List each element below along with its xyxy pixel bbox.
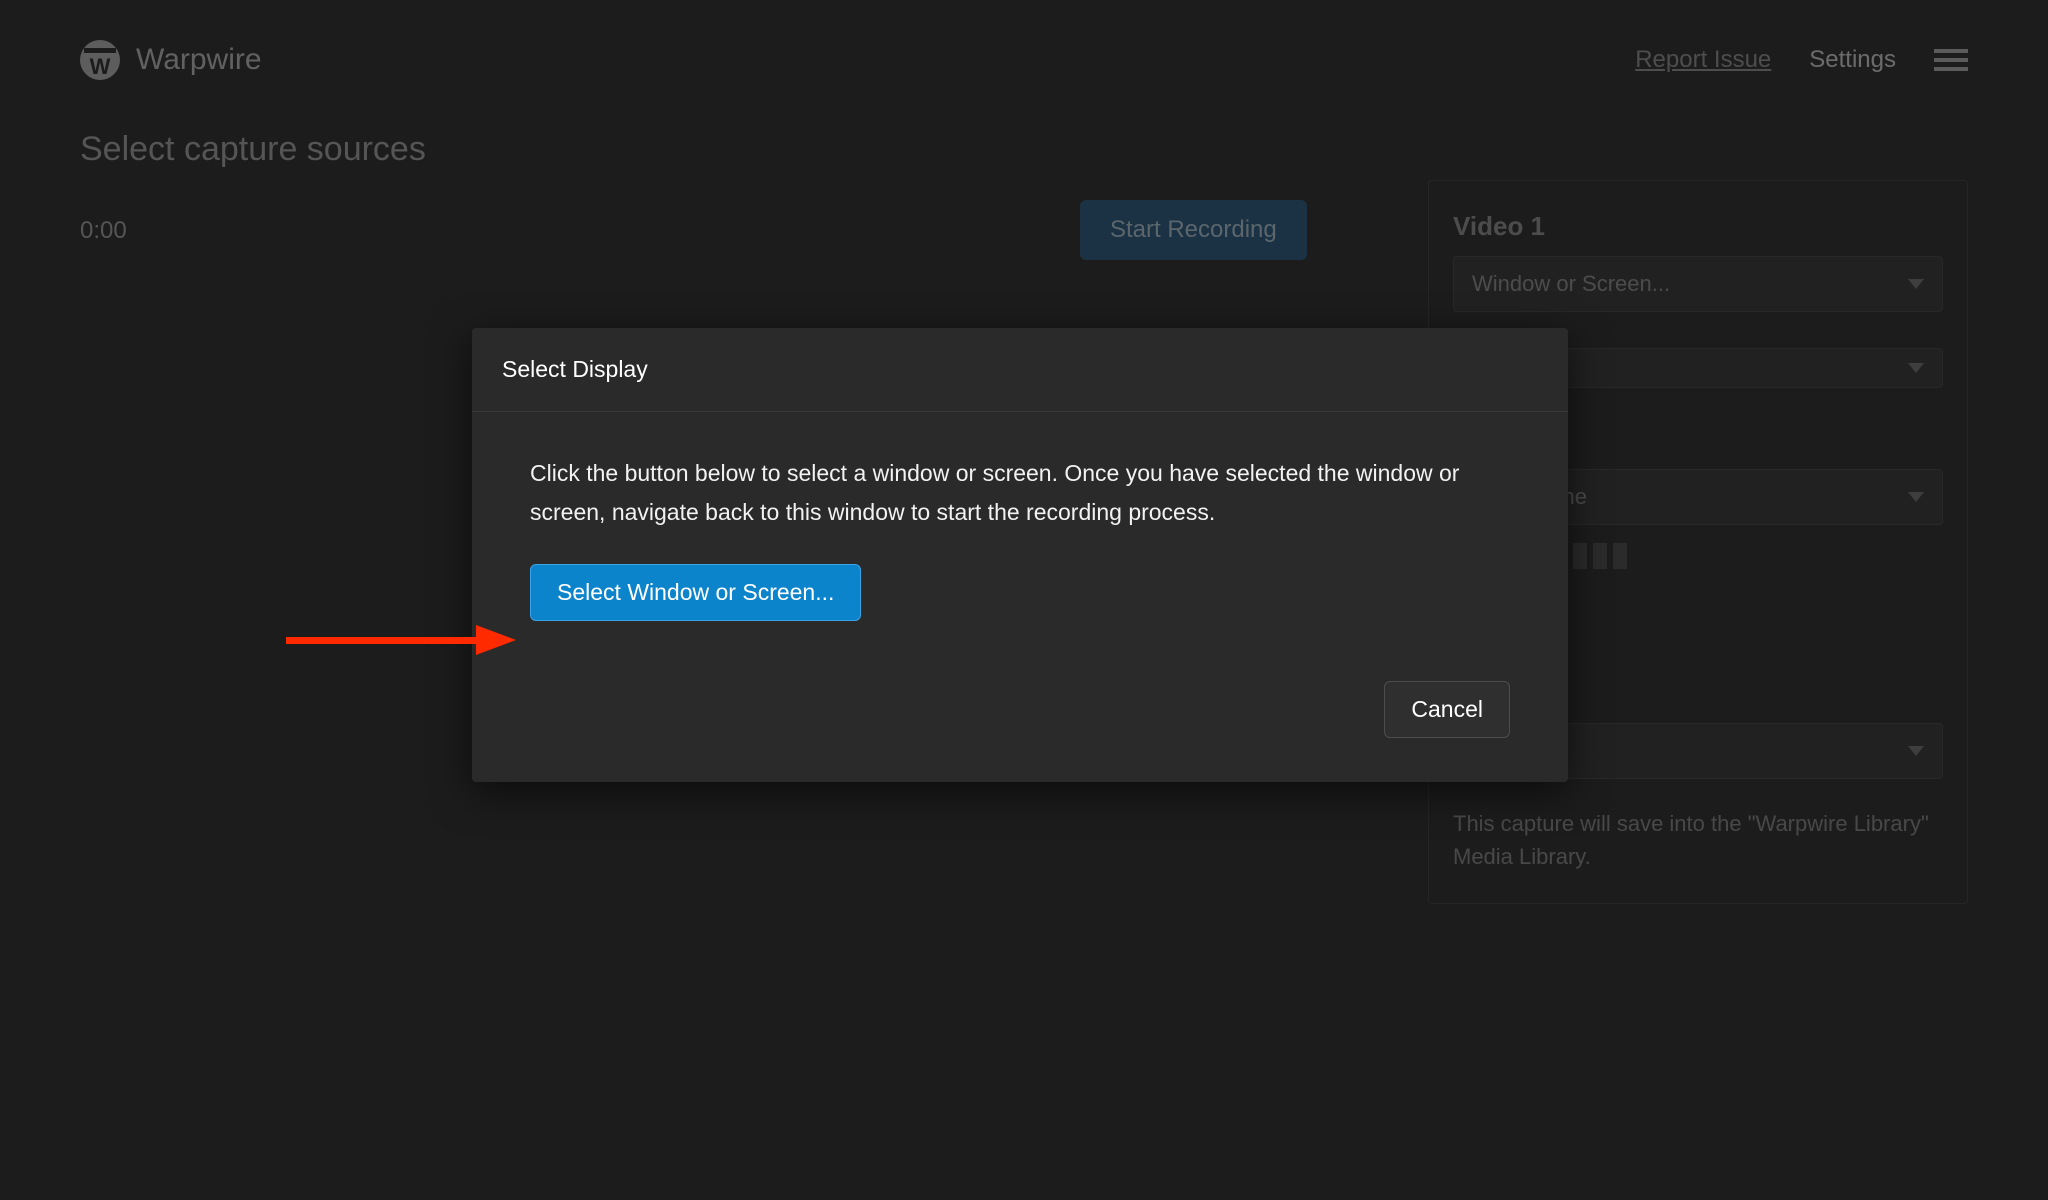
modal-instructions: Click the button below to select a windo…: [530, 454, 1510, 532]
select-window-or-screen-button[interactable]: Select Window or Screen...: [530, 564, 861, 621]
select-display-modal: Select Display Click the button below to…: [472, 328, 1568, 782]
modal-title: Select Display: [472, 328, 1568, 412]
cancel-button[interactable]: Cancel: [1384, 681, 1510, 738]
